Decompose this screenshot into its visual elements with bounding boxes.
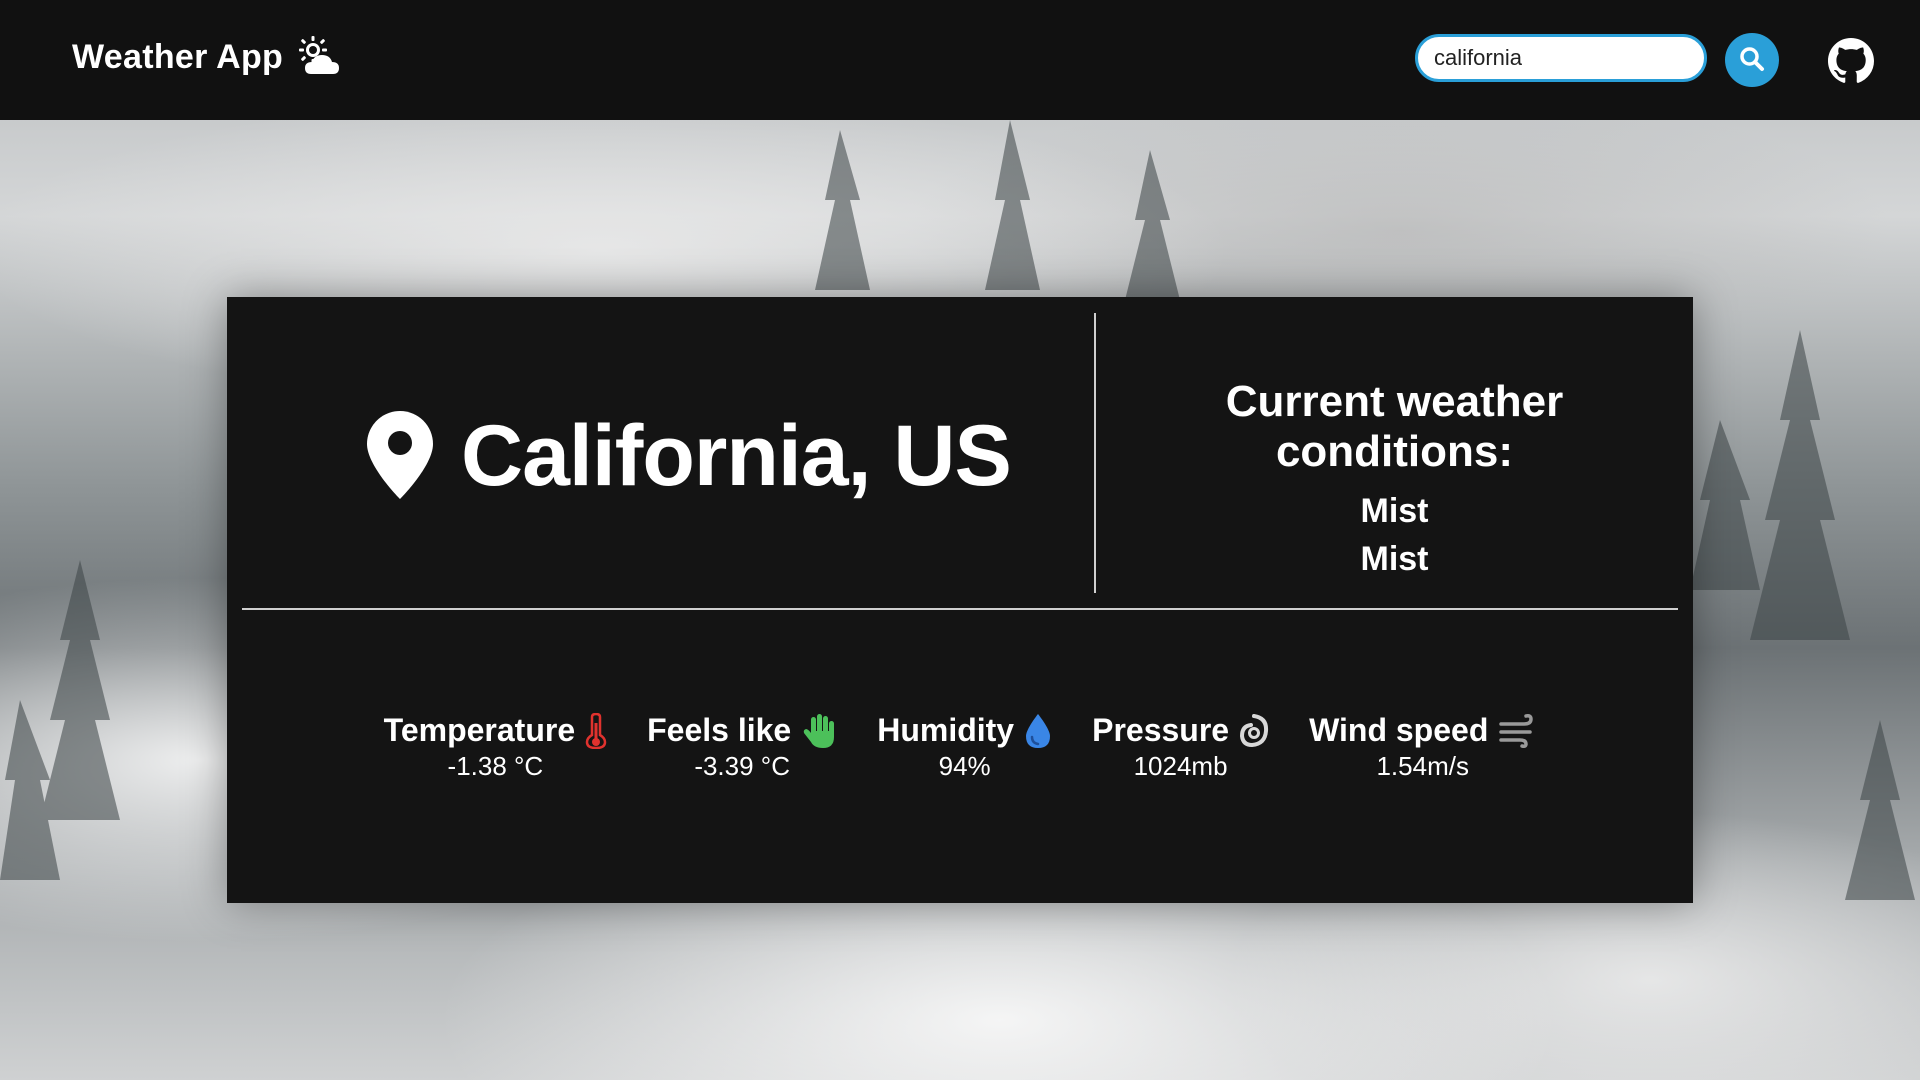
stat-value: -1.38 °C	[447, 751, 544, 781]
vertical-divider	[1094, 313, 1096, 593]
stat-value: 1024mb	[1133, 751, 1228, 781]
weather-card: California, US Current weather condition…	[227, 297, 1693, 903]
location: California, US	[367, 407, 1012, 506]
condition-description: Mist	[1360, 540, 1429, 578]
horizontal-divider	[242, 608, 1678, 610]
stat-label: Wind speed	[1309, 712, 1489, 748]
navbar: Weather App	[0, 0, 1920, 120]
conditions-title: Current weather conditions:	[1225, 377, 1564, 476]
stat-value: 1.54m/s	[1376, 751, 1469, 781]
stat-value: 94%	[938, 751, 991, 781]
condition-main: Mist	[1360, 492, 1429, 530]
github-icon	[1828, 38, 1874, 88]
stat-label: Feels like	[647, 712, 792, 748]
stat-wind-speed: Wind speed 1.54m/s	[1309, 712, 1536, 782]
water-drop-icon	[1024, 713, 1052, 749]
location-pin-icon	[367, 410, 433, 503]
location-name: California, US	[461, 408, 1012, 504]
stat-feels-like: Feels like -3.39 °C	[647, 712, 837, 782]
brand[interactable]: Weather App	[72, 36, 345, 78]
stat-label: Temperature	[383, 712, 576, 748]
stat-label: Pressure	[1092, 712, 1230, 748]
search-input[interactable]	[1415, 34, 1707, 82]
stat-label: Humidity	[877, 712, 1015, 748]
search-button[interactable]	[1725, 33, 1779, 87]
app-title: Weather App	[72, 37, 284, 76]
hand-icon	[801, 713, 837, 749]
weather-stats: Temperature -1.38 °C Feels like -3.39 °C…	[227, 712, 1693, 782]
stat-pressure: Pressure 1024mb	[1092, 712, 1269, 782]
pressure-icon	[1239, 713, 1269, 748]
stat-temperature: Temperature -1.38 °C	[384, 712, 607, 782]
wind-icon	[1498, 713, 1536, 748]
thermometer-icon	[585, 712, 607, 749]
stat-value: -3.39 °C	[694, 751, 790, 781]
search-icon	[1739, 46, 1765, 75]
current-conditions: Current weather conditions: Mist Mist	[1107, 377, 1682, 581]
sun-cloud-icon	[297, 36, 345, 78]
stat-humidity: Humidity 94%	[877, 712, 1052, 782]
github-link[interactable]	[1828, 38, 1874, 84]
